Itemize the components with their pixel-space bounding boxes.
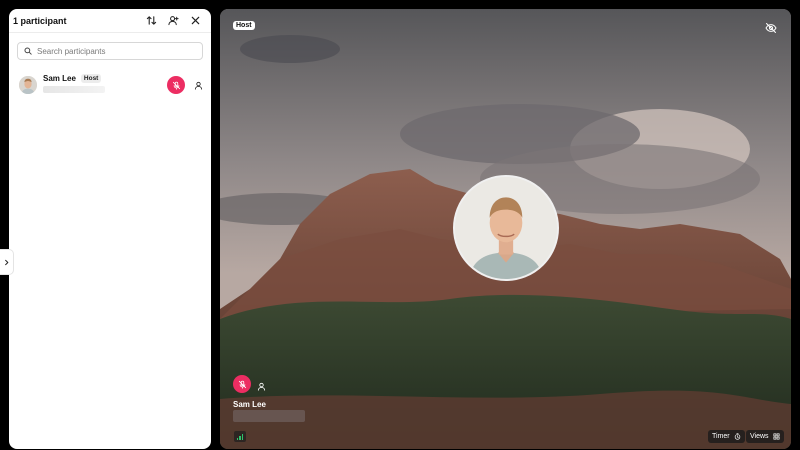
participant-options-button[interactable] [191, 78, 205, 92]
host-badge: Host [80, 74, 102, 83]
search-box [17, 42, 203, 60]
speaker-avatar [453, 175, 559, 281]
collapse-panel-toggle[interactable] [0, 250, 13, 274]
hide-video-button[interactable] [765, 21, 779, 35]
avatar [19, 76, 37, 94]
participant-name: Sam Lee [43, 74, 76, 83]
close-icon [191, 16, 199, 25]
tile-mic-toggle[interactable] [233, 375, 251, 393]
mic-off-icon [238, 380, 246, 389]
sort-arrows-icon [146, 16, 156, 25]
eye-off-icon [765, 23, 777, 33]
participant-count-title: 1 participant [13, 15, 67, 26]
add-user-button[interactable] [163, 11, 183, 31]
participant-info: Sam Lee Host [43, 72, 167, 98]
views-label: Views [750, 433, 769, 440]
timer-icon [734, 433, 740, 440]
redacted-detail [233, 410, 305, 422]
tile-options-button[interactable] [257, 378, 269, 391]
timer-button[interactable]: Timer [708, 430, 745, 443]
mic-off-icon [172, 81, 180, 90]
add-user-icon [167, 16, 179, 26]
redacted-detail [43, 86, 105, 93]
views-button[interactable]: Views [746, 430, 784, 443]
stage-host-badge: Host [233, 21, 255, 30]
chevron-right-icon [5, 259, 9, 265]
search-input[interactable] [37, 46, 196, 56]
grid-icon [773, 433, 780, 440]
participants-panel: 1 participant Search participants Sam Le… [9, 9, 211, 449]
search-icon [24, 47, 32, 55]
close-panel-button[interactable] [185, 11, 205, 31]
person-icon [257, 382, 266, 391]
participant-row[interactable]: Sam Lee Host [9, 68, 211, 102]
sort-button[interactable] [141, 11, 161, 31]
person-icon [194, 81, 202, 90]
panel-header: 1 participant [9, 9, 211, 33]
tile-participant-name: Sam Lee [233, 400, 266, 409]
signal-icon [234, 431, 246, 442]
video-stage: Host Sam Lee Timer Views [220, 9, 791, 449]
timer-label: Timer [712, 433, 730, 440]
mic-toggle-button[interactable] [167, 76, 185, 94]
